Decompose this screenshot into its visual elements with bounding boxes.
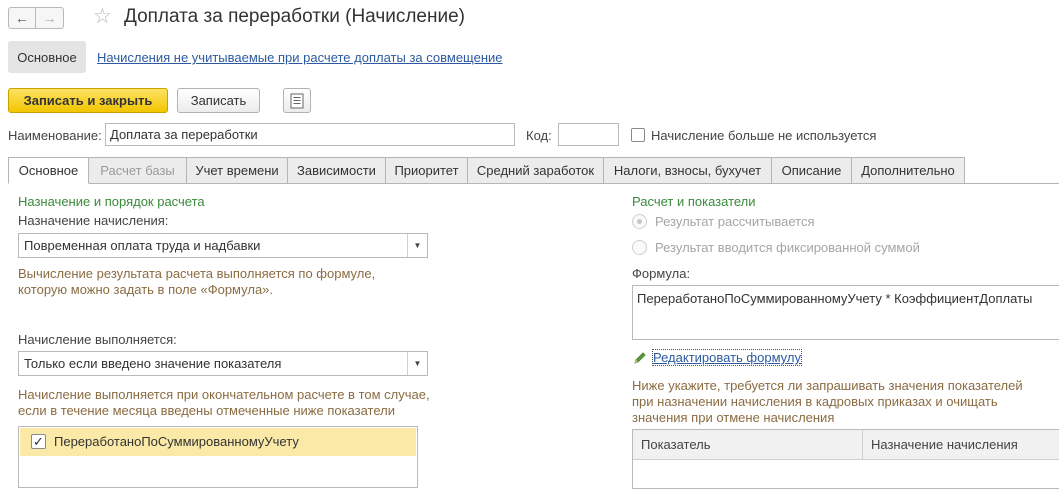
edit-formula-link[interactable]: Редактировать формулу — [652, 349, 802, 366]
column-header-purpose[interactable]: Назначение начисления — [863, 430, 1059, 460]
column-header-indicator[interactable]: Показатель — [633, 430, 863, 460]
tab-main[interactable]: Основное — [8, 157, 89, 184]
arrow-right-icon: → — [42, 10, 57, 26]
report-button[interactable] — [283, 88, 311, 113]
purpose-hint-line-2: которую можно задать в поле «Формула». — [18, 282, 274, 297]
code-input[interactable] — [558, 123, 619, 146]
dropdown-arrow-icon[interactable]: ▼ — [407, 234, 427, 257]
execution-hint-line-1: Начисление выполняется при окончательном… — [18, 387, 430, 402]
execution-select-value: Только если введено значение показателя — [24, 356, 282, 371]
execution-label: Начисление выполняется: — [18, 332, 177, 347]
tab-base-calculation[interactable]: Расчет базы — [89, 157, 187, 184]
execution-hint-line-2: если в течение месяца введены отмеченные… — [18, 403, 395, 418]
indicators-table[interactable]: Показатель Назначение начисления — [632, 429, 1059, 489]
tab-description[interactable]: Описание — [772, 157, 852, 184]
unused-checkbox[interactable] — [631, 128, 645, 142]
purpose-group-title: Назначение и порядок расчета — [18, 194, 205, 209]
radio-calculated[interactable] — [632, 214, 647, 229]
tab-additional[interactable]: Дополнительно — [852, 157, 965, 184]
purpose-hint-line-1: Вычисление результата расчета выполняетс… — [18, 266, 376, 281]
unused-label: Начисление больше не используется — [651, 128, 877, 143]
purpose-select[interactable]: Повременная оплата труда и надбавки ▼ — [18, 233, 428, 258]
window-title: Доплата за переработки (Начисление) — [124, 6, 465, 27]
indicators-list[interactable]: ✓ ПереработаноПоСуммированномуУчету — [18, 426, 418, 488]
formula-label: Формула: — [632, 266, 691, 281]
indicator-checkbox[interactable]: ✓ — [31, 434, 46, 449]
calculation-group-title: Расчет и показатели — [632, 194, 756, 209]
indicators-hint-line-1: Ниже укажите, требуется ли запрашивать з… — [632, 378, 1023, 393]
back-button[interactable]: ← — [8, 7, 36, 29]
list-item[interactable]: ✓ ПереработаноПоСуммированномуУчету — [20, 428, 416, 456]
purpose-label: Назначение начисления: — [18, 213, 169, 228]
radio-calculated-label: Результат рассчитывается — [655, 214, 815, 229]
pencil-icon — [634, 352, 646, 364]
nav-link-excluded-accruals[interactable]: Начисления не учитываемые при расчете до… — [97, 50, 503, 65]
table-header: Показатель Назначение начисления — [633, 430, 1059, 460]
tab-bar: Основное Расчет базы Учет времени Зависи… — [8, 157, 965, 184]
checkmark-icon: ✓ — [33, 433, 44, 449]
code-label: Код: — [526, 128, 552, 143]
favorite-star-icon[interactable]: ☆ — [93, 5, 112, 29]
tab-taxes-accounting[interactable]: Налоги, взносы, бухучет — [604, 157, 772, 184]
indicators-hint-line-3: значения при отмене начисления — [632, 410, 835, 425]
save-and-close-button[interactable]: Записать и закрыть — [8, 88, 168, 113]
indicator-label: ПереработаноПоСуммированномуУчету — [54, 434, 299, 449]
arrow-left-icon: ← — [15, 10, 29, 26]
tab-dependencies[interactable]: Зависимости — [288, 157, 386, 184]
tab-time-tracking[interactable]: Учет времени — [187, 157, 288, 184]
purpose-select-value: Повременная оплата труда и надбавки — [24, 238, 261, 253]
save-button[interactable]: Записать — [177, 88, 260, 113]
name-label: Наименование: — [8, 128, 102, 143]
execution-select[interactable]: Только если введено значение показателя … — [18, 351, 428, 376]
tab-priority[interactable]: Приоритет — [386, 157, 468, 184]
indicators-hint-line-2: при назначении начисления в кадровых при… — [632, 394, 998, 409]
dropdown-arrow-icon[interactable]: ▼ — [407, 352, 427, 375]
name-input[interactable]: Доплата за переработки — [105, 123, 515, 146]
formula-field[interactable]: ПереработаноПоСуммированномуУчету * Коэф… — [632, 285, 1059, 340]
forward-button[interactable]: → — [36, 7, 64, 29]
radio-fixed[interactable] — [632, 240, 647, 255]
nav-main[interactable]: Основное — [8, 41, 86, 73]
tab-average-earnings[interactable]: Средний заработок — [468, 157, 604, 184]
radio-fixed-label: Результат вводится фиксированной суммой — [655, 240, 920, 255]
document-list-icon — [290, 93, 304, 108]
